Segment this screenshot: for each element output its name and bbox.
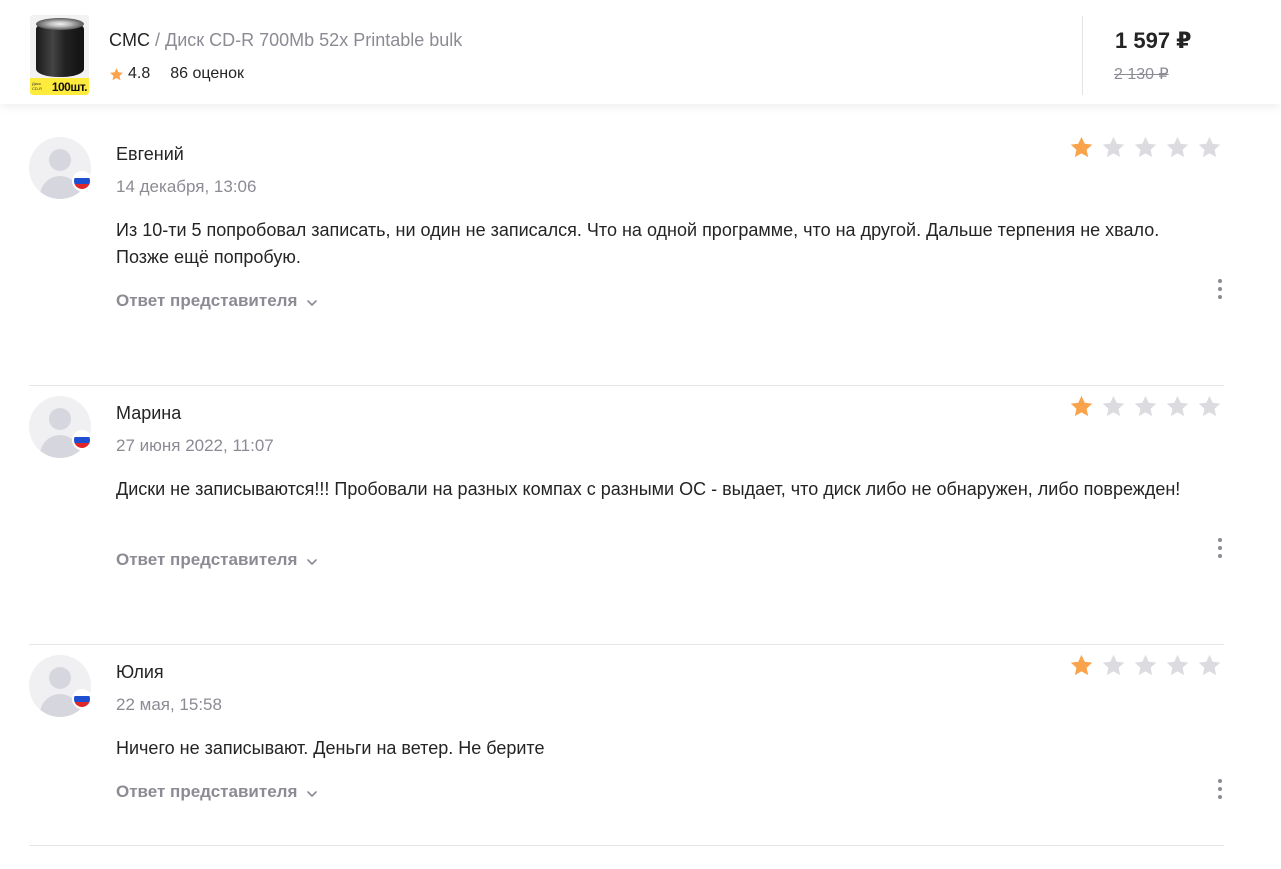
review-stars <box>1069 394 1222 419</box>
star-empty-icon <box>1134 395 1157 417</box>
more-options-button[interactable] <box>1211 277 1229 301</box>
product-title[interactable]: CMC / Диск CD-R 700Mb 52x Printable bulk <box>109 29 462 51</box>
quantity-badge-value: 100шт. <box>51 79 88 94</box>
review-date: 27 июня 2022, 11:07 <box>116 436 274 455</box>
star-empty-icon <box>1166 136 1189 158</box>
review-text: Ничего не записывают. Деньги на ветер. Н… <box>116 738 545 758</box>
title-separator: / <box>150 30 166 50</box>
price-old: 2 130 ₽ <box>1114 66 1169 83</box>
russia-flag-icon <box>72 689 92 709</box>
more-dots-icon <box>1218 279 1222 283</box>
product-rating[interactable]: 4.8 86 оценок <box>109 65 244 83</box>
avatar-head <box>49 667 71 689</box>
star-empty-icon <box>1102 136 1125 158</box>
review-date: 14 декабря, 13:06 <box>116 177 257 196</box>
seller-reply-toggle[interactable]: Ответ представителя <box>116 782 318 802</box>
star-empty-icon <box>1134 136 1157 158</box>
product-brand[interactable]: CMC <box>109 30 150 50</box>
seller-reply-label: Ответ представителя <box>116 782 298 801</box>
chevron-down-icon <box>307 791 318 797</box>
rating-count[interactable]: 86 оценок <box>170 65 244 83</box>
star-empty-icon <box>1102 395 1125 417</box>
star-filled-icon <box>1070 136 1093 158</box>
more-dots-icon <box>1218 538 1222 542</box>
chevron-down-icon <box>307 559 318 565</box>
reviewer-name: Евгений <box>116 144 184 164</box>
review-date: 22 мая, 15:58 <box>116 695 222 714</box>
star-filled-icon <box>1070 395 1093 417</box>
avatar-head <box>49 149 71 171</box>
review-card: Юлия 22 мая, 15:58 Ничего не записывают.… <box>29 645 1224 846</box>
star-empty-icon <box>1134 654 1157 676</box>
review-text: Диски не записываются!!! Пробовали на ра… <box>116 479 1181 499</box>
review-stars <box>1069 135 1222 160</box>
reviewer-name: Марина <box>116 403 182 423</box>
review-text: Из 10-ти 5 попробовал записать, ни один … <box>116 220 1160 267</box>
product-name[interactable]: Диск CD-R 700Mb 52x Printable bulk <box>165 30 462 50</box>
star-empty-icon <box>1166 395 1189 417</box>
seller-reply-label: Ответ представителя <box>116 550 298 569</box>
star-empty-icon <box>1198 136 1221 158</box>
header-divider <box>1082 16 1083 95</box>
chevron-down-icon <box>307 300 318 306</box>
seller-reply-toggle[interactable]: Ответ представителя <box>116 550 318 570</box>
quantity-badge: Диск CD-R 100шт. <box>30 78 89 95</box>
star-empty-icon <box>1198 654 1221 676</box>
price-current: 1 597 ₽ <box>1115 28 1192 53</box>
product-header: Диск CD-R 100шт. CMC / Диск CD-R 700Mb 5… <box>0 0 1281 104</box>
product-thumbnail[interactable]: Диск CD-R 100шт. <box>30 15 89 95</box>
reviewer-name: Юлия <box>116 662 164 682</box>
review-card: Евгений 14 декабря, 13:06 Из 10-ти 5 поп… <box>29 127 1224 386</box>
more-dots-icon <box>1218 779 1222 783</box>
star-icon <box>110 67 123 80</box>
disc-top-image <box>36 18 84 30</box>
more-options-button[interactable] <box>1211 777 1229 801</box>
review-card: Марина 27 июня 2022, 11:07 Диски не запи… <box>29 386 1224 645</box>
star-empty-icon <box>1166 654 1189 676</box>
avatar-head <box>49 408 71 430</box>
russia-flag-icon <box>72 430 92 450</box>
star-empty-icon <box>1102 654 1125 676</box>
star-filled-icon <box>1070 654 1093 676</box>
russia-flag-icon <box>72 171 92 191</box>
seller-reply-toggle[interactable]: Ответ представителя <box>116 291 318 311</box>
star-empty-icon <box>1198 395 1221 417</box>
quantity-badge-caption: Диск CD-R <box>32 81 42 91</box>
seller-reply-label: Ответ представителя <box>116 291 298 310</box>
rating-value: 4.8 <box>128 65 151 82</box>
more-options-button[interactable] <box>1211 536 1229 560</box>
review-stars <box>1069 653 1222 678</box>
